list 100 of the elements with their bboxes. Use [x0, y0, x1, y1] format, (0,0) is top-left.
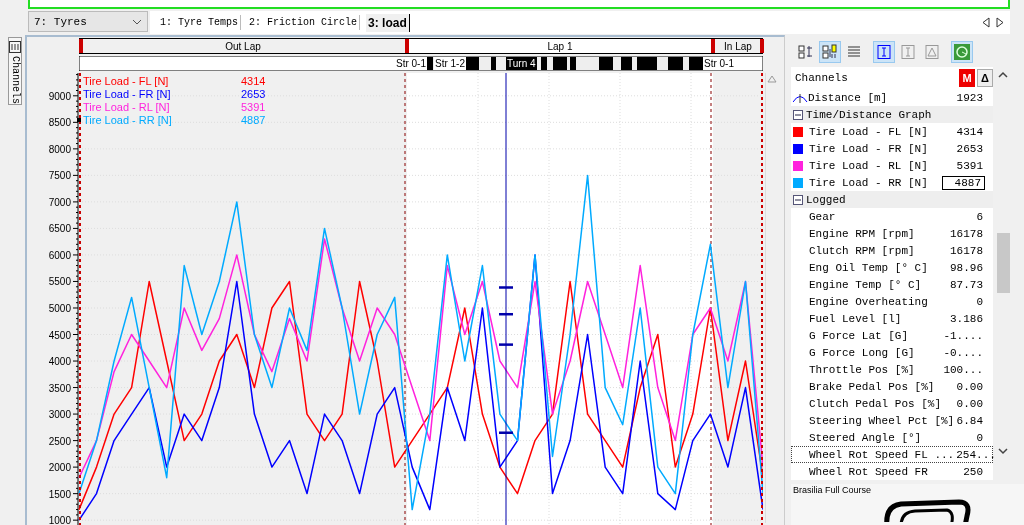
channel-name[interactable]: Wheel Rot Speed FL ...: [809, 448, 955, 461]
legend-label: Tire Load - RR [N]: [83, 113, 173, 126]
channel-value: 87.73: [949, 278, 984, 291]
chevron-down-icon: [132, 18, 142, 25]
worksheet-tab[interactable]: 1: Tyre Temps: [158, 15, 241, 30]
channel-value: 4887: [941, 175, 985, 190]
channel-value: 16178: [949, 227, 984, 240]
curve-icon: [793, 92, 808, 103]
legend-label: Tire Load - FL [N]: [83, 74, 170, 87]
y-tick-label: 8000: [48, 143, 71, 155]
text-cursor-icon: [876, 44, 892, 60]
sort-numeric-icon: [822, 44, 838, 60]
triangle-icon: [924, 44, 940, 60]
y-tick-label: 8500: [48, 117, 71, 129]
channels-mode-button[interactable]: M: [959, 69, 975, 87]
section-label: Turn 4: [506, 57, 537, 70]
channel-name[interactable]: Distance [m]: [808, 91, 955, 104]
channel-name[interactable]: Engine Overheating: [809, 295, 975, 308]
channel-name[interactable]: Clutch Pedal Pos [%]: [809, 397, 955, 410]
channel-name[interactable]: Throttle Pos [%]: [809, 363, 942, 376]
y-tick-label: 1500: [48, 488, 71, 500]
channel-group-header[interactable]: Time/Distance Graph: [791, 106, 993, 123]
channel-name[interactable]: Tire Load - RL [N]: [809, 159, 955, 172]
channel-name[interactable]: Wheel Rot Speed FR: [809, 465, 962, 478]
chevron-down-icon[interactable]: [998, 448, 1008, 455]
text-cursor-icon: [900, 44, 916, 60]
lap-label: Lap 1: [547, 40, 573, 52]
scroll-right-icon[interactable]: [996, 17, 1004, 28]
scroll-left-icon[interactable]: [982, 17, 990, 28]
channel-value: 5391: [955, 159, 984, 172]
cursor-line[interactable]: [505, 73, 507, 525]
list-icon: [846, 44, 862, 60]
channels-title: Channels: [795, 72, 848, 84]
y-tick-label: 7500: [48, 170, 71, 182]
channel-value: 6: [975, 210, 984, 223]
collapse-icon[interactable]: [793, 194, 803, 205]
channel-name[interactable]: G Force Lat [G]: [809, 329, 942, 342]
channel-name[interactable]: Tire Load - FL [N]: [809, 125, 955, 138]
channel-name[interactable]: Brake Pedal Pos [%]: [809, 380, 955, 393]
channel-name[interactable]: Fuel Level [l]: [809, 312, 948, 325]
workbook-dropdown[interactable]: 7: Tyres: [28, 11, 148, 32]
channel-value: 250: [962, 465, 984, 478]
legend-label: Tire Load - FR [N]: [83, 87, 172, 100]
channel-name[interactable]: Tire Load - FR [N]: [809, 142, 955, 155]
channel-value: 254...: [955, 448, 997, 461]
channel-group-header[interactable]: Logged: [791, 191, 993, 208]
channel-value: -1....: [942, 329, 984, 342]
section-label: Str 0-1: [395, 57, 427, 70]
lap-label: Out Lap: [225, 40, 261, 52]
track-name: Brasilia Full Course: [793, 485, 872, 495]
channel-name[interactable]: Engine Temp [° C]: [809, 278, 948, 291]
channels-side-tab[interactable]: Channels: [8, 37, 22, 105]
binary-icon: [9, 41, 21, 53]
y-tick-label: 9000: [48, 90, 71, 102]
cursor-tool-button[interactable]: [873, 41, 895, 63]
channel-value: 100...: [942, 363, 984, 376]
lap-marker: [711, 39, 715, 53]
y-tick-label: 6500: [48, 223, 71, 235]
legend-value: 4314: [241, 74, 266, 87]
section-label: Str 0-1: [703, 57, 735, 70]
channel-value: -0....: [942, 346, 984, 359]
worksheet-tab[interactable]: 3: load: [366, 13, 410, 32]
y-tick-label: 6000: [48, 249, 71, 261]
scrollbar-thumb[interactable]: [996, 233, 1010, 293]
channel-name[interactable]: Steered Angle [°]: [809, 431, 975, 444]
y-tick-label: 4000: [48, 356, 71, 368]
channel-value: 3.186: [949, 312, 984, 325]
channel-name[interactable]: Clutch RPM [rpm]: [809, 244, 948, 257]
chevron-up-icon[interactable]: [998, 71, 1008, 78]
channel-value: 0: [975, 295, 984, 308]
y-tick-label: 5000: [48, 303, 71, 314]
channel-name[interactable]: Gear: [809, 210, 975, 223]
lap-marker: [405, 39, 409, 53]
lap-marker: [760, 39, 764, 53]
sort-numeric-tool-button[interactable]: [819, 41, 841, 63]
channel-value: 98.96: [949, 261, 984, 274]
worksheet-tab[interactable]: 2: Friction Circle: [247, 15, 361, 30]
channel-value: 6.84: [955, 414, 984, 427]
y-tick-label: 4500: [48, 329, 71, 341]
channel-value: 4314: [955, 125, 984, 138]
channel-name[interactable]: Eng Oil Temp [° C]: [809, 261, 948, 274]
channel-value: 2653: [955, 142, 984, 155]
y-tick-label: 5500: [48, 276, 71, 288]
channel-name[interactable]: Steering Wheel Pct [%]: [809, 414, 955, 427]
y-tick-label: 3500: [48, 382, 71, 394]
sort-alpha-icon: [798, 44, 814, 60]
lap-label: In Lap: [724, 40, 752, 52]
collapse-icon[interactable]: [793, 109, 803, 120]
channels-mode-button[interactable]: Δ: [977, 69, 993, 87]
y-tick-label: 2500: [48, 435, 71, 447]
lap-marker: [79, 39, 83, 53]
channel-name[interactable]: Engine RPM [rpm]: [809, 227, 948, 240]
channel-name[interactable]: Tire Load - RR [N]: [809, 176, 942, 189]
legend-value: 5391: [241, 100, 266, 113]
circle-tool-button[interactable]: [951, 41, 973, 63]
cursor-marker: [499, 343, 513, 346]
channel-name[interactable]: G Force Long [G]: [809, 346, 942, 359]
cursor-marker: [499, 431, 513, 434]
channel-value: 16178: [949, 244, 984, 257]
channel-value: 0.00: [955, 380, 984, 393]
